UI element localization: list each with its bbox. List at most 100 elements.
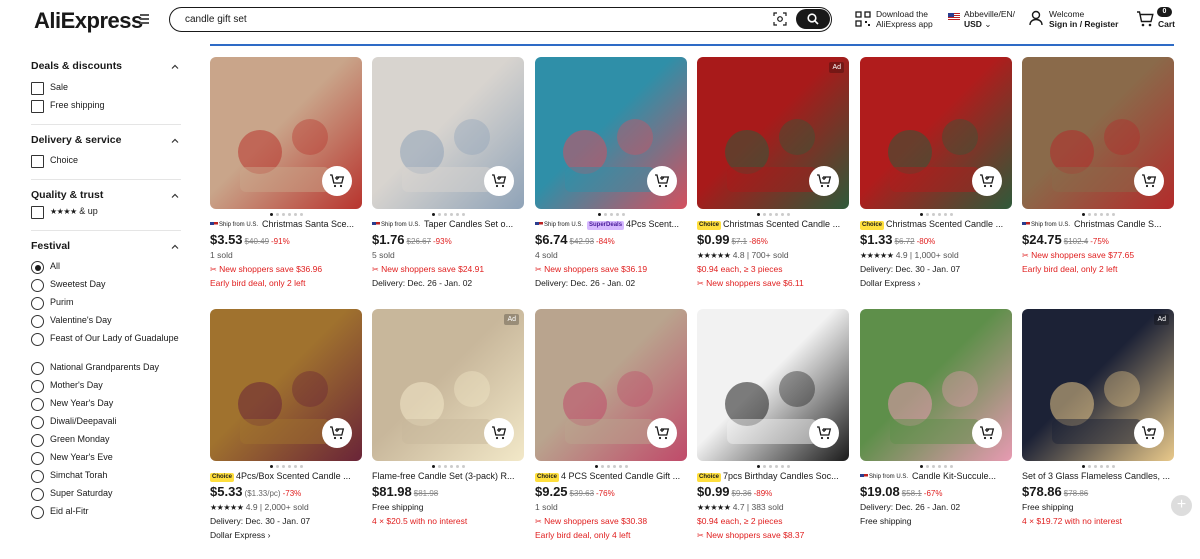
radio-button[interactable] xyxy=(31,506,44,519)
chevron-up-icon[interactable] xyxy=(171,63,179,71)
image-carousel-dots[interactable] xyxy=(372,461,524,470)
radio-button[interactable] xyxy=(31,488,44,501)
product-title[interactable]: Choice Christmas Scented Candle ... xyxy=(697,218,849,231)
product-image[interactable] xyxy=(210,57,362,209)
deals-section-title[interactable]: Deals & discounts xyxy=(31,60,181,76)
festival-option[interactable]: Sweetest Day xyxy=(31,279,181,297)
product-image[interactable]: Ad xyxy=(697,57,849,209)
menu-icon[interactable] xyxy=(140,14,149,24)
search-input[interactable] xyxy=(185,11,765,28)
festival-option[interactable]: Purim xyxy=(31,297,181,315)
search-button[interactable] xyxy=(796,9,830,29)
add-to-cart-button[interactable] xyxy=(972,166,1002,196)
image-search-icon[interactable] xyxy=(773,12,787,26)
product-card[interactable]: Choice 4 PCS Scented Candle Gift ... $9.25… xyxy=(535,309,687,542)
product-image[interactable] xyxy=(535,57,687,209)
image-carousel-dots[interactable] xyxy=(535,461,687,470)
image-carousel-dots[interactable] xyxy=(535,209,687,218)
product-card[interactable]: Choice Christmas Scented Candle ... $1.33 $… xyxy=(860,57,1012,290)
radio-button[interactable] xyxy=(31,279,44,292)
add-to-cart-button[interactable] xyxy=(484,166,514,196)
festival-option[interactable]: New Year's Day xyxy=(31,398,181,416)
add-to-cart-button[interactable] xyxy=(809,418,839,448)
product-title[interactable]: Ship from U.S. Christmas Candle S... xyxy=(1022,218,1174,231)
product-card[interactable]: Ship from U.S. Taper Candles Set o... $1.7… xyxy=(372,57,524,290)
image-carousel-dots[interactable] xyxy=(860,209,1012,218)
festival-option[interactable]: Mother's Day xyxy=(31,380,181,398)
chevron-up-icon[interactable] xyxy=(171,243,179,251)
product-title[interactable]: Choice Christmas Scented Candle ... xyxy=(860,218,1012,231)
product-info-line[interactable]: Dollar Express › xyxy=(210,528,362,542)
chevron-up-icon[interactable] xyxy=(171,192,179,200)
product-title[interactable]: Ship from U.S. Candle Kit-Succule... xyxy=(860,470,1012,483)
image-carousel-dots[interactable] xyxy=(860,461,1012,470)
checkbox[interactable] xyxy=(31,82,44,95)
checkbox[interactable] xyxy=(31,100,44,113)
product-card[interactable]: Ship from U.S. Candle Kit-Succule... $19.0… xyxy=(860,309,1012,528)
qr-code-icon[interactable] xyxy=(855,11,871,27)
product-title[interactable]: Ship from U.S. Christmas Santa Sce... xyxy=(210,218,362,231)
user-icon[interactable] xyxy=(1029,10,1043,26)
aliexpress-logo[interactable]: AliExpress xyxy=(34,8,143,34)
product-card[interactable]: Ad Set of 3 Glass Flameless Candles, ... $… xyxy=(1022,309,1174,528)
scroll-to-top-button[interactable]: + xyxy=(1171,495,1192,516)
festival-option[interactable]: Super Saturday xyxy=(31,488,181,506)
chevron-up-icon[interactable] xyxy=(171,137,179,145)
product-image[interactable] xyxy=(697,309,849,461)
delivery-section-title[interactable]: Delivery & service xyxy=(31,134,181,150)
product-title[interactable]: Flame-free Candle Set (3-pack) R... xyxy=(372,470,524,483)
image-carousel-dots[interactable] xyxy=(210,461,362,470)
product-card[interactable]: Ship from U.S. Christmas Candle S... $24.7… xyxy=(1022,57,1174,276)
product-card[interactable]: Ship from U.S. SuperDeals 4Pcs Scent... $6.… xyxy=(535,57,687,290)
festival-option[interactable]: All xyxy=(31,261,181,279)
add-to-cart-button[interactable] xyxy=(484,418,514,448)
image-carousel-dots[interactable] xyxy=(210,209,362,218)
cart-icon[interactable] xyxy=(1136,11,1154,27)
festival-option[interactable]: Green Monday xyxy=(31,434,181,452)
checkbox[interactable] xyxy=(31,206,44,219)
festival-section-title[interactable]: Festival xyxy=(31,240,181,256)
filter-sale[interactable]: Sale xyxy=(31,82,181,100)
product-image[interactable] xyxy=(1022,57,1174,209)
product-title[interactable]: Ship from U.S. Taper Candles Set o... xyxy=(372,218,524,231)
add-to-cart-button[interactable] xyxy=(647,166,677,196)
image-carousel-dots[interactable] xyxy=(1022,461,1174,470)
product-title[interactable]: Choice 4Pcs/Box Scented Candle ... xyxy=(210,470,362,483)
product-card[interactable]: Choice 7pcs Birthday Candles Soc... $0.99 $… xyxy=(697,309,849,542)
product-image[interactable] xyxy=(535,309,687,461)
radio-button[interactable] xyxy=(31,315,44,328)
image-carousel-dots[interactable] xyxy=(372,209,524,218)
radio-button[interactable] xyxy=(31,362,44,375)
radio-button[interactable] xyxy=(31,398,44,411)
radio-button[interactable] xyxy=(31,434,44,447)
download-app-link[interactable]: Download the AliExpress app xyxy=(876,9,933,29)
product-title[interactable]: Choice 4 PCS Scented Candle Gift ... xyxy=(535,470,687,483)
image-carousel-dots[interactable] xyxy=(697,461,849,470)
quality-section-title[interactable]: Quality & trust xyxy=(31,189,181,205)
radio-button[interactable] xyxy=(31,297,44,310)
cart-label[interactable]: Cart xyxy=(1158,19,1175,29)
image-carousel-dots[interactable] xyxy=(697,209,849,218)
festival-option[interactable]: Valentine's Day xyxy=(31,315,181,333)
product-card[interactable]: Ad Flame-free Candle Set (3-pack) R... $81… xyxy=(372,309,524,528)
product-image[interactable] xyxy=(860,309,1012,461)
filter-choice[interactable]: Choice xyxy=(31,155,181,173)
add-to-cart-button[interactable] xyxy=(322,418,352,448)
product-image[interactable] xyxy=(860,57,1012,209)
radio-button[interactable] xyxy=(31,380,44,393)
checkbox[interactable] xyxy=(31,155,44,168)
product-image[interactable] xyxy=(210,309,362,461)
product-image[interactable] xyxy=(372,57,524,209)
radio-button[interactable] xyxy=(31,416,44,429)
product-image[interactable]: Ad xyxy=(1022,309,1174,461)
product-card[interactable]: Ship from U.S. Christmas Santa Sce... $3.5… xyxy=(210,57,362,290)
product-image[interactable]: Ad xyxy=(372,309,524,461)
festival-option[interactable]: Diwali/Deepavali xyxy=(31,416,181,434)
add-to-cart-button[interactable] xyxy=(1134,166,1164,196)
product-card[interactable]: Ad Choice Christmas Scented Candle ... $0.9… xyxy=(697,57,849,290)
festival-option[interactable]: Simchat Torah xyxy=(31,470,181,488)
product-info-line[interactable]: Dollar Express › xyxy=(860,276,1012,290)
filter-free-shipping[interactable]: Free shipping xyxy=(31,100,181,118)
add-to-cart-button[interactable] xyxy=(322,166,352,196)
add-to-cart-button[interactable] xyxy=(809,166,839,196)
